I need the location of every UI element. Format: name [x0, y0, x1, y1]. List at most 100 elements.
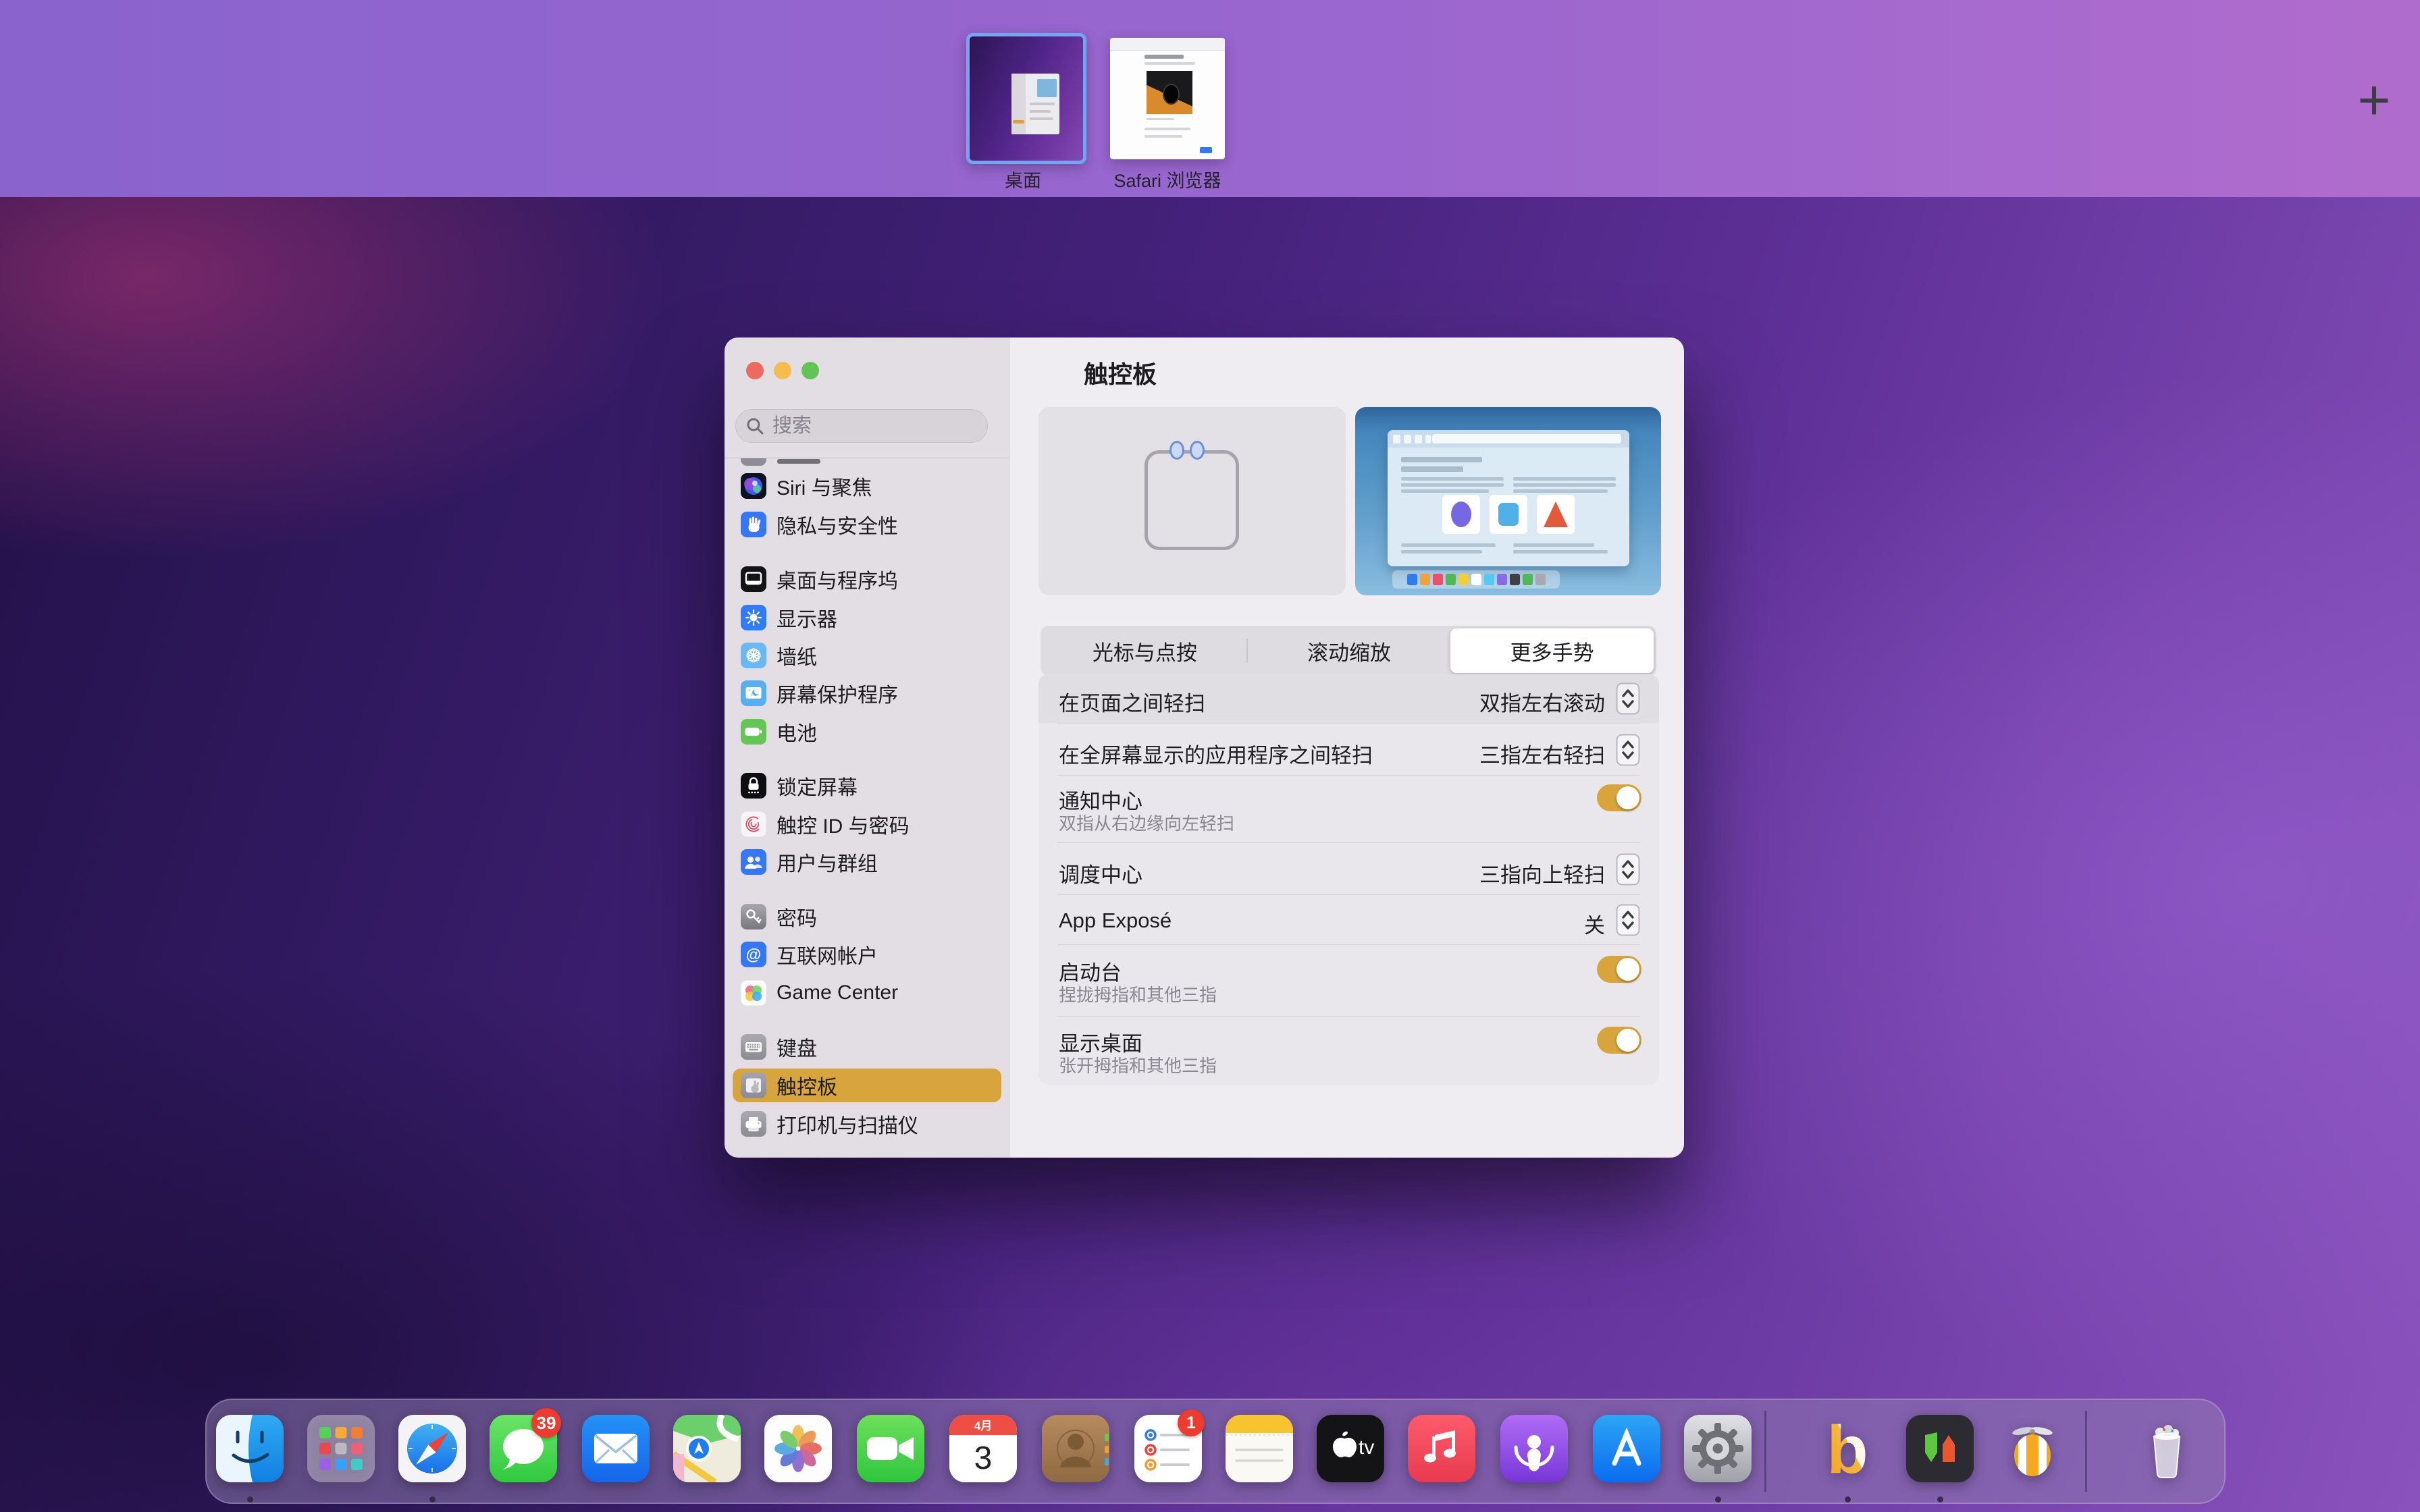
sidebar-item-printers-scanners[interactable]: 打印机与扫描仪: [733, 1107, 1001, 1141]
running-indicator-safari: [429, 1496, 436, 1503]
dock-app-store[interactable]: [1593, 1415, 1660, 1482]
add-space-button[interactable]: +: [2342, 70, 2406, 135]
dock-trash[interactable]: [2133, 1415, 2201, 1482]
dock-launchpad[interactable]: [307, 1415, 375, 1482]
messages-badge: 39: [531, 1408, 561, 1438]
sidebar-item-siri-spotlight[interactable]: Siri 与聚焦: [733, 469, 1001, 503]
dropdown-stepper-icon[interactable]: [1616, 853, 1640, 886]
dock-app-updown[interactable]: [1906, 1415, 1974, 1482]
dock-finder[interactable]: [216, 1415, 284, 1482]
dock-mail[interactable]: [582, 1415, 650, 1482]
space-thumbnail-safari[interactable]: [1110, 38, 1225, 159]
little-snitch-icon: [1999, 1415, 2066, 1482]
shape-card-triangle: [1537, 495, 1575, 534]
dock-photos[interactable]: [764, 1415, 832, 1482]
system-settings-icon: [1684, 1415, 1752, 1482]
space-label-safari[interactable]: Safari 浏览器: [1083, 166, 1252, 192]
dropdown-stepper-icon[interactable]: [1616, 682, 1640, 715]
sidebar-item-privacy-security[interactable]: 隐私与安全性: [733, 508, 1001, 541]
scrolled-item-peek: [725, 458, 1009, 468]
sidebar-item-lock-screen[interactable]: 锁定屏幕: [733, 769, 1001, 803]
dock-app-b[interactable]: b: [1814, 1415, 1881, 1482]
sidebar-item-screensaver[interactable]: 屏幕保护程序: [733, 676, 1001, 710]
wallpaper-icon: [741, 643, 766, 668]
dock-calendar[interactable]: 4月 3: [949, 1415, 1017, 1482]
dock-music[interactable]: [1408, 1415, 1475, 1482]
sidebar-item-displays[interactable]: 显示器: [733, 601, 1001, 634]
safari-icon: [398, 1415, 466, 1482]
sidebar-item-battery[interactable]: 电池: [733, 715, 1001, 749]
photos-icon: [764, 1415, 832, 1482]
space-thumbnail-desktop[interactable]: [966, 33, 1086, 164]
facetime-icon: [857, 1415, 924, 1482]
tab-more-gestures[interactable]: 更多手势: [1450, 628, 1654, 673]
setting-row-app-expose: App Exposé 关: [1038, 894, 1659, 944]
dropdown-value[interactable]: 关: [1584, 909, 1605, 939]
dropdown-stepper-icon[interactable]: [1616, 734, 1640, 766]
notes-icon: [1226, 1415, 1293, 1482]
shape-card-ellipse: [1442, 495, 1480, 534]
maps-icon: [673, 1415, 741, 1482]
dock-reminders[interactable]: 1: [1134, 1415, 1202, 1482]
dock-facetime[interactable]: [857, 1415, 924, 1482]
sidebar-item-game-center[interactable]: Game Center: [733, 976, 1001, 1010]
dropdown-stepper-icon[interactable]: [1616, 904, 1640, 936]
search-field[interactable]: [735, 409, 988, 443]
desktop-thumbnail-settings-window: [1011, 74, 1059, 134]
sidebar-item-users-groups[interactable]: 用户与群组: [733, 845, 1001, 879]
app-store-icon: [1593, 1415, 1660, 1482]
sidebar-item-label: 触控 ID 与密码: [777, 809, 910, 839]
sidebar-item-passwords[interactable]: 密码: [733, 900, 1001, 934]
system-settings-window: Siri 与聚焦 隐私与安全性 桌面与程序坞: [725, 338, 1684, 1158]
sidebar-item-label: 桌面与程序坞: [777, 564, 898, 594]
dock-podcasts[interactable]: [1500, 1415, 1568, 1482]
dock-maps[interactable]: [673, 1415, 741, 1482]
minimize-button[interactable]: [774, 362, 791, 379]
sidebar-item-keyboard[interactable]: 键盘: [733, 1030, 1001, 1064]
setting-row-swipe-between-pages: 在页面之间轻扫 双指左右滚动: [1038, 674, 1659, 723]
dropdown-value[interactable]: 三指向上轻扫: [1479, 858, 1605, 888]
sidebar-item-internet-accounts[interactable]: @ 互联网帐户: [733, 938, 1001, 971]
sidebar-item-trackpad[interactable]: 触控板: [733, 1069, 1001, 1102]
finger-dot: [1190, 441, 1205, 460]
dropdown-value[interactable]: 双指左右滚动: [1479, 686, 1605, 717]
gesture-preview-panel: [1355, 407, 1661, 595]
running-indicator-app-updown: [1937, 1496, 1943, 1503]
reminders-badge: 1: [1178, 1409, 1205, 1436]
tab-point-click[interactable]: 光标与点按: [1043, 628, 1246, 673]
show-desktop-toggle[interactable]: [1597, 1027, 1641, 1054]
dock-little-snitch[interactable]: [1999, 1415, 2066, 1482]
trash-icon: [2133, 1415, 2201, 1482]
app-updown-arrows-icon: [1906, 1415, 1974, 1482]
dock-system-settings[interactable]: [1684, 1415, 1752, 1482]
dock-messages[interactable]: 39: [490, 1415, 557, 1482]
dropdown-value[interactable]: 三指左右轻扫: [1479, 738, 1605, 769]
launchpad-toggle[interactable]: [1597, 956, 1641, 983]
sidebar-item-label: 锁定屏幕: [777, 771, 858, 801]
desktop-thumbnail-wallpaper: [970, 36, 1083, 161]
passwords-key-icon: [741, 904, 766, 929]
dock-notes[interactable]: [1226, 1415, 1293, 1482]
dock-safari[interactable]: [398, 1415, 466, 1482]
svg-text:4月: 4月: [974, 1420, 992, 1432]
mail-icon: [582, 1415, 650, 1482]
dock-separator: [1764, 1411, 1766, 1492]
printers-icon: [741, 1111, 766, 1137]
page-title: 触控板: [1084, 355, 1157, 390]
space-label-desktop[interactable]: 桌面: [953, 166, 1093, 192]
calendar-icon: 4月 3: [949, 1415, 1017, 1482]
search-input[interactable]: [771, 414, 976, 438]
siri-icon: [741, 473, 766, 499]
notification-center-toggle[interactable]: [1597, 784, 1641, 811]
dock-contacts[interactable]: [1042, 1415, 1109, 1482]
sidebar-item-wallpaper[interactable]: 墙纸: [733, 639, 1001, 672]
tab-scroll-zoom[interactable]: 滚动缩放: [1248, 628, 1451, 673]
gesture-tabs: 光标与点按 滚动缩放 更多手势: [1041, 626, 1656, 676]
sidebar-item-touch-id[interactable]: 触控 ID 与密码: [733, 807, 1001, 841]
zoom-button[interactable]: [801, 362, 819, 379]
dock-apple-tv[interactable]: tv: [1317, 1415, 1384, 1482]
close-button[interactable]: [746, 362, 764, 379]
desktop-dock-icon: [741, 566, 766, 592]
sidebar-item-label: 屏幕保护程序: [777, 678, 898, 708]
sidebar-item-desktop-dock[interactable]: 桌面与程序坞: [733, 562, 1001, 596]
